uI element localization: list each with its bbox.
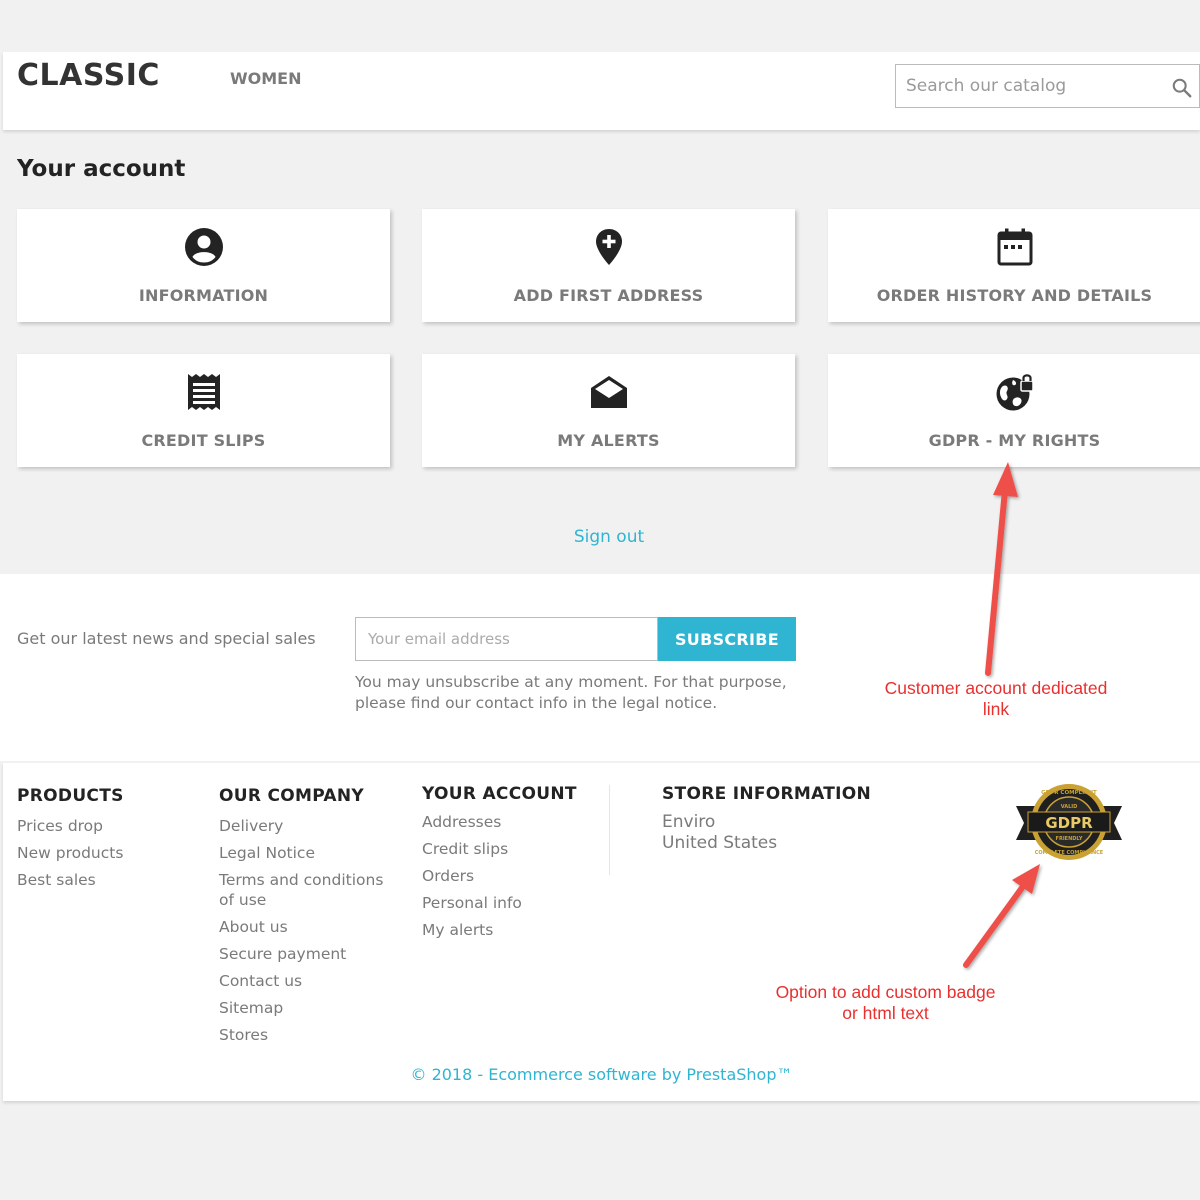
footer-link-prices-drop[interactable]: Prices drop [17,816,124,836]
site-header: CLASSIC WOMEN [3,52,1200,130]
footer-link-personal-info[interactable]: Personal info [422,893,577,913]
footer-link-orders[interactable]: Orders [422,866,577,886]
top-band [0,0,1200,52]
footer-link-best-sales[interactable]: Best sales [17,870,124,890]
shop-logo[interactable]: CLASSIC [17,58,160,93]
subscribe-button[interactable]: SUBSCRIBE [658,617,796,661]
footer-link-delivery[interactable]: Delivery [219,816,399,836]
page-title: Your account [17,156,186,182]
footer-link-terms[interactable]: Terms and conditions of use [219,870,399,910]
card-label: MY ALERTS [557,431,660,450]
footer-link-credit-slips[interactable]: Credit slips [422,839,577,859]
footer-products: PRODUCTS Prices drop New products Best s… [17,786,124,897]
badge-text-sub: FRIENDLY [1056,836,1083,842]
badge-text-valid: VALID [1061,804,1078,810]
search-input[interactable] [896,65,1156,107]
annotation-badge-option: Option to add custom badge or html text [775,982,996,1023]
account-card-my-alerts[interactable]: MY ALERTS [422,354,795,467]
newsletter-text: Get our latest news and special sales [17,629,316,648]
account-card-credit-slips[interactable]: CREDIT SLIPS [17,354,390,467]
footer-link-stores[interactable]: Stores [219,1025,399,1045]
newsletter-section: Get our latest news and special sales SU… [0,574,1200,761]
card-label: INFORMATION [138,286,269,305]
badge-text-bottom: COMPLETE COMPLIANCE [1035,850,1104,856]
receipt-icon [187,374,220,410]
gdpr-compliance-badge-icon: GDPR COMPLIANT VALID GDPR FRIENDLY COMPL… [1016,784,1122,860]
card-label: ADD FIRST ADDRESS [513,286,704,305]
footer-link-new-products[interactable]: New products [17,843,124,863]
card-label: GDPR - MY RIGHTS [928,431,1101,450]
footer-heading-products: PRODUCTS [17,786,124,806]
footer-link-about-us[interactable]: About us [219,917,399,937]
nav-item-women[interactable]: WOMEN [230,69,302,88]
footer-link-secure-payment[interactable]: Secure payment [219,944,399,964]
badge-text-main: GDPR [1045,814,1093,832]
add-location-icon [595,229,622,265]
calendar-icon [997,228,1032,266]
search-box [895,64,1200,108]
search-icon[interactable] [1171,77,1193,99]
footer-link-sitemap[interactable]: Sitemap [219,998,399,1018]
footer-our-company: OUR COMPANY Delivery Legal Notice Terms … [219,786,399,1052]
sign-out-link[interactable]: Sign out [0,527,1200,547]
card-label: CREDIT SLIPS [141,431,266,450]
globe-lock-icon [996,374,1034,411]
footer-heading-account: YOUR ACCOUNT [422,784,577,804]
account-circle-icon [184,228,223,266]
open-envelope-icon [590,376,627,408]
account-card-gdpr-rights[interactable]: GDPR - MY RIGHTS [828,354,1200,467]
footer-heading-company: OUR COMPANY [219,786,365,806]
footer-heading-store: STORE INFORMATION [662,784,872,804]
account-card-add-address[interactable]: ADD FIRST ADDRESS [422,209,795,322]
annotation-customer-link: Customer account dedicated link [884,678,1108,719]
badge-text-top: GDPR COMPLIANT [1041,790,1097,796]
store-country: United States [662,833,778,853]
footer-link-addresses[interactable]: Addresses [422,812,577,832]
footer-your-account: YOUR ACCOUNT Addresses Credit slips Orde… [422,784,577,947]
site-footer: PRODUCTS Prices drop New products Best s… [3,763,1200,1101]
store-name: Enviro [662,812,716,832]
footer-link-my-alerts[interactable]: My alerts [422,920,577,940]
account-card-order-history[interactable]: ORDER HISTORY AND DETAILS [828,209,1200,322]
card-label: ORDER HISTORY AND DETAILS [876,286,1153,305]
footer-divider [609,785,610,875]
footer-link-legal-notice[interactable]: Legal Notice [219,843,399,863]
footer-store-information: STORE INFORMATION Enviro United States [662,784,871,854]
newsletter-note: You may unsubscribe at any moment. For t… [355,673,787,712]
account-card-information[interactable]: INFORMATION [17,209,390,322]
copyright-link[interactable]: © 2018 - Ecommerce software by PrestaSho… [3,1065,1200,1084]
email-field[interactable] [355,617,658,661]
footer-link-contact-us[interactable]: Contact us [219,971,399,991]
